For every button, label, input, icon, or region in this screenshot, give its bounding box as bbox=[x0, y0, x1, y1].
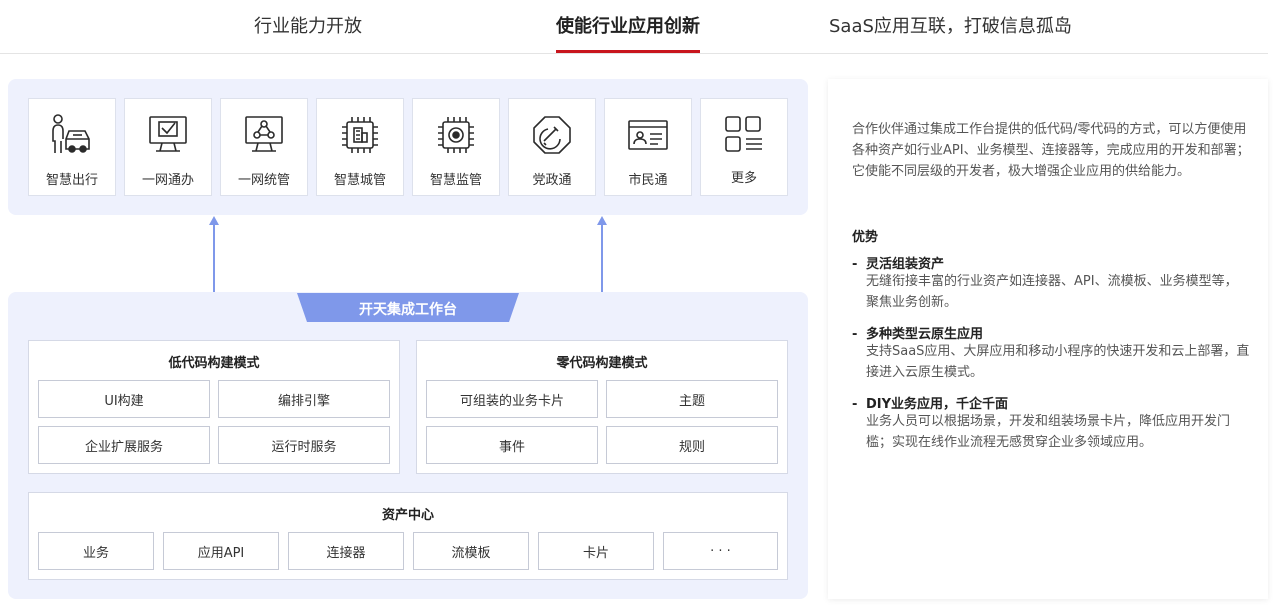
feature-title: - DIY业务应用，千企千面 bbox=[852, 393, 1008, 412]
id-card-icon bbox=[605, 113, 691, 157]
advantages-title: 优势 bbox=[852, 230, 879, 245]
scenario-card-more[interactable]: 更多 bbox=[700, 98, 788, 196]
scenario-label: 党政通 bbox=[532, 173, 572, 188]
asset-center-title: 资产中心 bbox=[381, 508, 434, 523]
zero-code-item[interactable]: 事件 bbox=[426, 426, 598, 464]
asset-item-more[interactable]: · · · bbox=[663, 532, 778, 570]
scenario-label: 智慧出行 bbox=[45, 173, 98, 188]
zero-code-item[interactable]: 主题 bbox=[606, 380, 778, 418]
platform-banner: 开天集成工作台 bbox=[297, 293, 519, 322]
scenario-card-smart-city-management[interactable]: 智慧城管 bbox=[316, 98, 404, 196]
dash-icon: - bbox=[852, 257, 858, 272]
asset-item[interactable]: 流模板 bbox=[413, 532, 529, 570]
scenario-label: 智慧监管 bbox=[429, 173, 482, 188]
chip-eye-icon bbox=[413, 113, 499, 157]
scenario-card-smart-travel[interactable]: 智慧出行 bbox=[28, 98, 116, 196]
tab-bar: 行业能力开放 使能行业应用创新 SaaS应用互联，打破信息孤岛 bbox=[0, 0, 1268, 54]
arrow-up-icon bbox=[209, 216, 219, 225]
low-code-item[interactable]: 编排引擎 bbox=[218, 380, 390, 418]
party-emblem-icon bbox=[509, 113, 595, 157]
chip-building-icon bbox=[317, 113, 403, 157]
scenario-card-one-net-service[interactable]: 一网通办 bbox=[124, 98, 212, 196]
tab-enable-innovation[interactable]: 使能行业应用创新 bbox=[556, 12, 700, 38]
feature-title-text: 灵活组装资产 bbox=[866, 257, 945, 272]
tab-industry-capability[interactable]: 行业能力开放 bbox=[254, 12, 362, 38]
low-code-item[interactable]: 运行时服务 bbox=[218, 426, 390, 464]
active-tab-indicator bbox=[556, 50, 700, 53]
scenario-label: 一网统管 bbox=[237, 173, 290, 188]
asset-item[interactable]: 连接器 bbox=[288, 532, 404, 570]
zero-code-title: 零代码构建模式 bbox=[556, 356, 648, 371]
dash-icon: - bbox=[852, 397, 858, 412]
asset-item[interactable]: 卡片 bbox=[538, 532, 654, 570]
scenario-label: 更多 bbox=[730, 171, 757, 186]
dash-icon: - bbox=[852, 327, 858, 342]
tab-saas-interconnect[interactable]: SaaS应用互联，打破信息孤岛 bbox=[829, 12, 1072, 38]
feature-desc: 无缝衔接丰富的行业资产如连接器、API、流模板、业务模型等，聚焦业务创新。 bbox=[866, 274, 1238, 310]
feature-title: - 多种类型云原生应用 bbox=[852, 323, 983, 342]
grid-more-icon bbox=[701, 113, 787, 157]
arrow-line-left bbox=[213, 224, 215, 292]
scenario-card-citizen-pass[interactable]: 市民通 bbox=[604, 98, 692, 196]
intro-text: 合作伙伴通过集成工作台提供的低代码/零代码的方式，可以方便使用各种资产如行业AP… bbox=[852, 122, 1250, 179]
monitor-network-icon bbox=[221, 113, 307, 157]
low-code-title: 低代码构建模式 bbox=[168, 356, 260, 371]
arrow-up-icon bbox=[597, 216, 607, 225]
scenario-card-party-government[interactable]: 党政通 bbox=[508, 98, 596, 196]
low-code-item[interactable]: UI构建 bbox=[38, 380, 210, 418]
asset-item[interactable]: 业务 bbox=[38, 532, 154, 570]
platform-title: 开天集成工作台 bbox=[359, 302, 457, 318]
feature-title-text: 多种类型云原生应用 bbox=[866, 327, 984, 342]
arrow-line-right bbox=[601, 224, 603, 292]
feature-title-text: DIY业务应用，千企千面 bbox=[866, 397, 1009, 412]
scenario-label: 一网通办 bbox=[141, 173, 194, 188]
zero-code-item[interactable]: 规则 bbox=[606, 426, 778, 464]
scenario-label: 智慧城管 bbox=[333, 173, 386, 188]
feature-title: - 灵活组装资产 bbox=[852, 253, 944, 272]
scenario-card-unified-management[interactable]: 一网统管 bbox=[220, 98, 308, 196]
feature-desc: 支持SaaS应用、大屏应用和移动小程序的快速开发和云上部署，直接进入云原生模式。 bbox=[866, 344, 1250, 380]
low-code-item[interactable]: 企业扩展服务 bbox=[38, 426, 210, 464]
person-car-icon bbox=[29, 113, 115, 157]
scenario-card-smart-supervision[interactable]: 智慧监管 bbox=[412, 98, 500, 196]
scenario-label: 市民通 bbox=[628, 173, 668, 188]
asset-item[interactable]: 应用API bbox=[163, 532, 279, 570]
monitor-check-icon bbox=[125, 113, 211, 157]
feature-desc: 业务人员可以根据场景，开发和组装场景卡片，降低应用开发门槛；实现在线作业流程无感… bbox=[866, 414, 1231, 450]
description-panel: 合作伙伴通过集成工作台提供的低代码/零代码的方式，可以方便使用各种资产如行业AP… bbox=[828, 79, 1268, 599]
zero-code-item[interactable]: 可组装的业务卡片 bbox=[426, 380, 598, 418]
